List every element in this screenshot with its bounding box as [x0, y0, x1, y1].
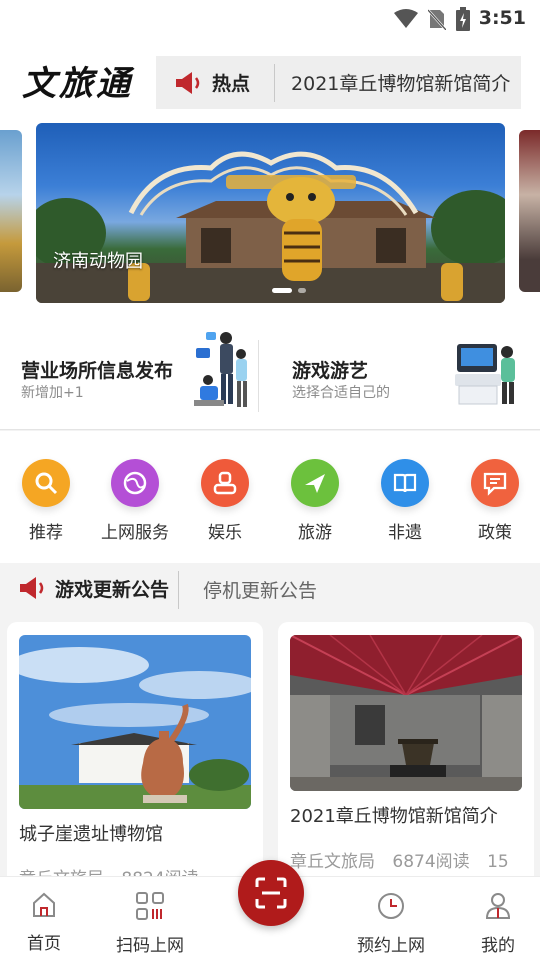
article-extra: 15 — [487, 852, 509, 872]
carousel-dot-active — [272, 288, 292, 293]
message-icon — [471, 459, 519, 507]
wifi-icon — [394, 9, 418, 28]
megaphone-icon — [18, 576, 48, 604]
article-source: 章丘文旅局 — [290, 852, 375, 872]
hot-label: 热点 — [212, 73, 251, 95]
user-icon — [201, 459, 249, 507]
scan-button[interactable] — [238, 860, 304, 926]
banner-carousel[interactable]: 济南动物园 — [0, 120, 540, 320]
carousel-dot — [298, 288, 306, 293]
status-bar: 3:51 — [0, 0, 540, 36]
feature-games[interactable]: 游戏游艺 选择合适自己的 — [259, 320, 540, 430]
category-internet[interactable]: 上网服务 — [90, 459, 180, 543]
carousel-indicator — [272, 288, 306, 293]
category-recommend[interactable]: 推荐 — [1, 459, 91, 543]
article-image — [290, 635, 522, 791]
nav-label: 首页 — [27, 934, 61, 954]
category-label: 上网服务 — [101, 523, 169, 543]
scan-icon — [255, 877, 287, 909]
banner-image[interactable]: 济南动物园 — [36, 123, 505, 303]
category-label: 推荐 — [29, 523, 63, 543]
feature-entries: 营业场所信息发布 新增加+1 游戏游艺 选择合适自己的 — [0, 320, 540, 430]
notice-tabs: 游戏更新公告 停机更新公告 — [0, 563, 540, 613]
feature-venue-info[interactable]: 营业场所信息发布 新增加+1 — [0, 320, 258, 430]
article-meta: 章丘文旅局 6874阅读 15 — [290, 847, 509, 872]
category-entertainment[interactable]: 娱乐 — [180, 459, 270, 543]
hot-news-ticker[interactable]: 热点 2021章丘博物馆新馆简介 — [156, 56, 521, 109]
book-icon — [381, 459, 429, 507]
hot-divider — [274, 63, 276, 102]
plane-icon — [291, 459, 339, 507]
feature-title: 营业场所信息发布 — [21, 360, 174, 382]
nav-reserve-online[interactable]: 预约上网 — [354, 891, 428, 956]
category-heritage[interactable]: 非遗 — [360, 459, 450, 543]
no-sim-icon — [428, 9, 446, 30]
status-icons — [394, 7, 470, 31]
globe-icon — [111, 459, 159, 507]
tab-maintenance-updates[interactable]: 停机更新公告 — [203, 576, 317, 603]
nav-home[interactable]: 首页 — [22, 891, 66, 954]
home-icon — [33, 892, 55, 917]
nav-label: 我的 — [481, 936, 515, 956]
article-title: 城子崖遗址博物馆 — [19, 824, 163, 845]
search-icon — [22, 459, 70, 507]
tab-game-updates[interactable]: 游戏更新公告 — [55, 575, 169, 602]
banner-prev-preview[interactable] — [0, 130, 22, 292]
category-label: 旅游 — [298, 523, 332, 543]
category-travel[interactable]: 旅游 — [270, 459, 360, 543]
feature-title: 游戏游艺 — [292, 360, 369, 382]
profile-icon — [485, 893, 511, 919]
header: 文旅通 热点 2021章丘博物馆新馆简介 — [0, 36, 540, 120]
feature-subtitle: 选择合适自己的 — [292, 385, 390, 401]
app-logo: 文旅通 — [22, 64, 133, 104]
qr-icon — [136, 892, 164, 920]
category-label: 政策 — [478, 523, 512, 543]
battery-icon — [456, 7, 470, 31]
feature-subtitle: 新增加+1 — [21, 385, 84, 401]
category-grid: 推荐 上网服务 娱乐 旅游 非遗 政策 — [0, 431, 540, 563]
category-policy[interactable]: 政策 — [450, 459, 540, 543]
arcade-machine-icon — [455, 344, 515, 405]
article-image — [19, 635, 251, 809]
tab-divider — [178, 571, 179, 609]
people-illustration-icon — [194, 332, 247, 407]
zoo-gate-illustration — [36, 151, 505, 303]
category-label: 娱乐 — [208, 523, 242, 543]
nav-scan-online[interactable]: 扫码上网 — [113, 891, 187, 956]
megaphone-icon — [174, 71, 204, 95]
category-label: 非遗 — [388, 523, 422, 543]
nav-profile[interactable]: 我的 — [476, 891, 520, 956]
article-title: 2021章丘博物馆新馆简介 — [290, 806, 498, 827]
banner-next-preview[interactable] — [519, 130, 540, 292]
article-reads: 6874阅读 — [392, 852, 470, 872]
banner-caption: 济南动物园 — [53, 251, 143, 272]
clock-icon — [378, 893, 404, 919]
nav-label: 扫码上网 — [116, 936, 184, 956]
nav-label: 预约上网 — [357, 936, 425, 956]
hot-news-text[interactable]: 2021章丘博物馆新馆简介 — [291, 69, 510, 96]
status-time: 3:51 — [478, 7, 526, 29]
